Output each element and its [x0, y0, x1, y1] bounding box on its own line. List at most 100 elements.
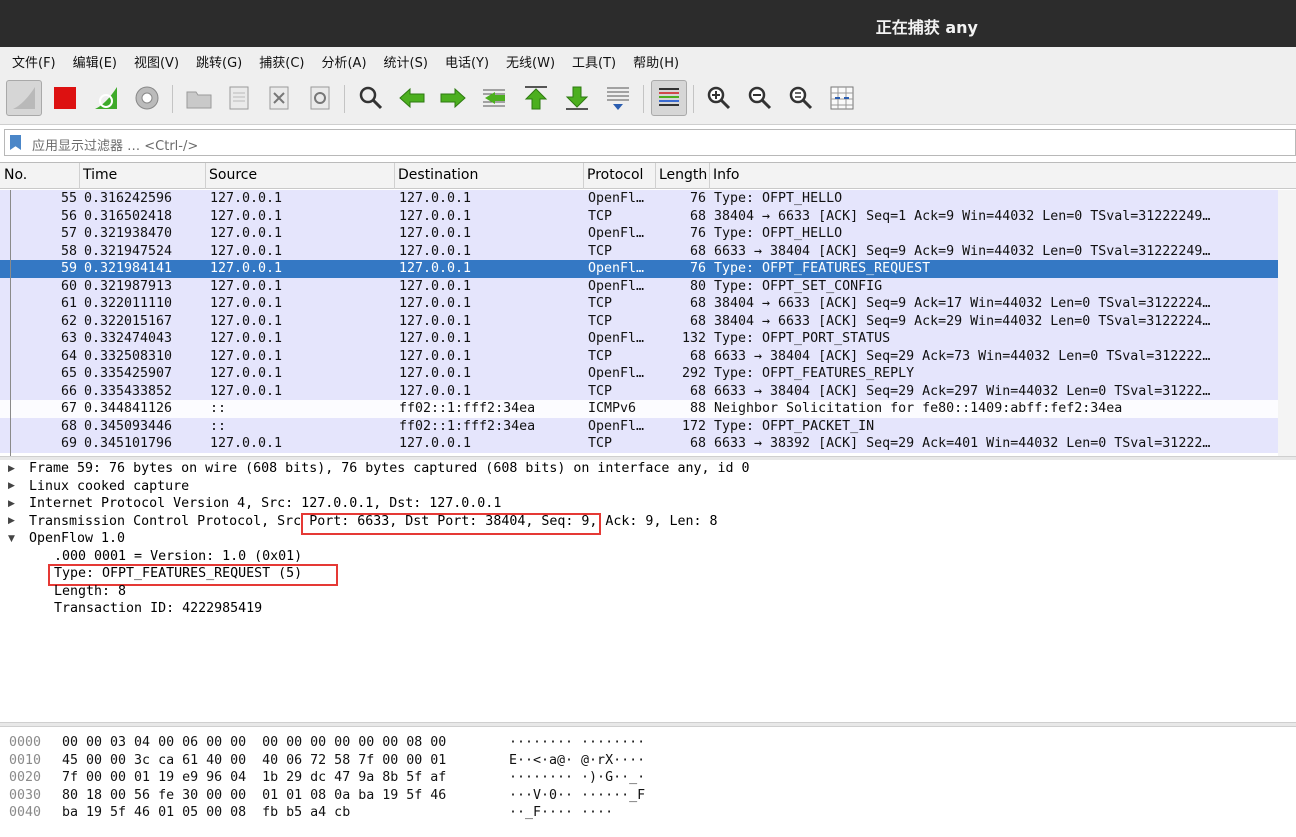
go-to-packet-icon[interactable]: [476, 80, 512, 116]
packet-row[interactable]: 67 0.344841126:: ff02::1:fff2:34ea ICMPv6 88…: [0, 400, 1278, 418]
reload-file-icon[interactable]: [302, 80, 338, 116]
menu-file[interactable]: 文件(F): [12, 52, 56, 71]
packet-cell-info: Type: OFPT_PACKET_IN: [714, 418, 875, 434]
menu-help[interactable]: 帮助(H): [633, 52, 679, 71]
packet-list-scrollbar[interactable]: [1278, 190, 1296, 458]
packet-details: ▶ Frame 59: 76 bytes on wire (608 bits),…: [0, 460, 1296, 722]
packet-cell-proto: OpenFl…: [588, 418, 645, 434]
go-back-icon[interactable]: [394, 80, 430, 116]
menu-analyze[interactable]: 分析(A): [321, 52, 366, 71]
go-forward-icon[interactable]: [435, 80, 471, 116]
bytes-off: 0040: [9, 805, 42, 820]
column-header-info[interactable]: Info: [713, 167, 740, 183]
packet-row[interactable]: 59 0.321984141 127.0.0.1 127.0.0.1 OpenFl… 76…: [0, 260, 1278, 278]
packet-cell-info: 38404 → 6633 [ACK] Seq=9 Ack=17 Win=4403…: [714, 296, 1211, 311]
packet-row[interactable]: 66 0.335433852 127.0.0.1 127.0.0.1 TCP 68 6633…: [0, 382, 1278, 400]
shark-fin-start-icon[interactable]: [6, 80, 42, 116]
packet-row[interactable]: 58 0.321947524 127.0.0.1 127.0.0.1 TCP 68 6633…: [0, 242, 1278, 260]
column-header-protocol[interactable]: Protocol: [587, 167, 643, 183]
resize-columns-icon[interactable]: [824, 80, 860, 116]
packet-row[interactable]: 61 0.322011110 127.0.0.1 127.0.0.1 TCP 68 3840…: [0, 295, 1278, 313]
close-file-icon[interactable]: [261, 80, 297, 116]
column-header-destination[interactable]: Destination: [398, 167, 478, 183]
detail-of-length[interactable]: Length: 8: [54, 583, 126, 601]
packet-cell-no: 55: [60, 191, 77, 206]
open-file-icon[interactable]: [181, 80, 217, 116]
menu-statistics[interactable]: 统计(S): [384, 52, 428, 71]
packet-cell-len: 68: [689, 348, 706, 364]
colorize-icon[interactable]: [651, 80, 687, 116]
zoom-in-icon[interactable]: [701, 80, 737, 116]
filter-placeholder: 应用显示过滤器 … <Ctrl-/>: [32, 139, 199, 154]
packet-cell-src: 127.0.0.1: [210, 436, 283, 451]
column-header-length[interactable]: Length: [659, 167, 707, 183]
packet-row[interactable]: 57 0.321938470 127.0.0.1 127.0.0.1 OpenFl… 76…: [0, 225, 1278, 243]
save-file-icon[interactable]: [221, 80, 257, 116]
autoscroll-icon[interactable]: [600, 80, 636, 116]
column-header-source[interactable]: Source: [209, 167, 257, 183]
packet-cell-dst: ff02::1:fff2:34ea: [399, 401, 536, 416]
zoom-out-icon[interactable]: [742, 80, 778, 116]
expand-arrow-icon[interactable]: ▶: [8, 499, 15, 509]
packet-cell-src: 127.0.0.1: [210, 313, 283, 329]
packet-cell-dst: 127.0.0.1: [399, 436, 472, 451]
detail-of-xid[interactable]: Transaction ID: 4222985419: [54, 600, 262, 618]
stop-capture-icon[interactable]: [47, 80, 83, 116]
packet-cell-proto: OpenFl…: [588, 261, 645, 276]
menu-telephony[interactable]: 电话(Y): [445, 52, 489, 71]
expand-arrow-icon[interactable]: ▶: [8, 516, 15, 526]
detail-openflow[interactable]: OpenFlow 1.0: [29, 530, 125, 548]
menu-tools[interactable]: 工具(T): [572, 52, 616, 71]
restart-capture-icon[interactable]: [88, 80, 124, 116]
menu-go[interactable]: 跳转(G): [196, 52, 242, 71]
packet-cell-no: 56: [60, 208, 77, 224]
packet-row[interactable]: 68 0.345093446:: ff02::1:fff2:34ea OpenFl… 1…: [0, 417, 1278, 435]
packet-cell-time: 0.345093446: [84, 418, 173, 434]
column-header-time[interactable]: Time: [83, 167, 117, 183]
packet-cell-dst: 127.0.0.1: [399, 261, 472, 276]
title-bar: 正在捕获 any: [0, 0, 1296, 47]
packet-cell-info: Type: OFPT_SET_CONFIG: [714, 278, 883, 294]
packet-row[interactable]: 60 0.321987913 127.0.0.1 127.0.0.1 OpenFl… 80…: [0, 277, 1278, 295]
packet-row[interactable]: 55 0.316242596 127.0.0.1 127.0.0.1 OpenFl… 76…: [0, 190, 1278, 208]
packet-cell-info: 38404 → 6633 [ACK] Seq=1 Ack=9 Win=44032…: [714, 208, 1211, 224]
collapse-arrow-icon[interactable]: ▼: [8, 534, 15, 544]
bytes-ascii: ··_F···· ····: [509, 805, 614, 820]
menu-wireless[interactable]: 无线(W): [506, 52, 555, 71]
expand-arrow-icon[interactable]: ▶: [8, 464, 15, 474]
packet-cell-no: 65: [60, 366, 77, 381]
menu-view[interactable]: 视图(V): [134, 52, 179, 71]
packet-cell-no: 57: [60, 226, 77, 241]
column-header-no[interactable]: No.: [4, 167, 27, 183]
packet-cell-info: Neighbor Solicitation for fe80::1409:abf…: [714, 401, 1123, 416]
normal-size-icon[interactable]: [783, 80, 819, 116]
menu-edit[interactable]: 编辑(E): [73, 52, 117, 71]
packet-row[interactable]: 65 0.335425907 127.0.0.1 127.0.0.1 OpenFl… 29…: [0, 365, 1278, 383]
detail-ipv4[interactable]: Internet Protocol Version 4, Src: 127.0.…: [29, 495, 501, 513]
find-packet-icon[interactable]: [353, 80, 389, 116]
packet-cell-src: 127.0.0.1: [210, 191, 283, 206]
packet-cell-proto: OpenFl…: [588, 331, 645, 346]
packet-row[interactable]: 64 0.332508310 127.0.0.1 127.0.0.1 TCP 68 6633…: [0, 347, 1278, 365]
go-last-icon[interactable]: [559, 80, 595, 116]
packet-row[interactable]: 56 0.316502418 127.0.0.1 127.0.0.1 TCP 68 3840…: [0, 207, 1278, 225]
highlight-box-ports: [301, 513, 601, 535]
expand-arrow-icon[interactable]: ▶: [8, 481, 15, 491]
packet-row[interactable]: 62 0.322015167 127.0.0.1 127.0.0.1 TCP 68 3840…: [0, 312, 1278, 330]
packet-cell-proto: TCP: [588, 208, 613, 224]
detail-frame[interactable]: Frame 59: 76 bytes on wire (608 bits), 7…: [29, 460, 750, 478]
packet-cell-src: ::: [210, 418, 227, 434]
bookmark-icon[interactable]: [10, 135, 21, 150]
detail-linux-cooked[interactable]: Linux cooked capture: [29, 478, 189, 496]
menu-capture[interactable]: 捕获(C): [259, 52, 304, 71]
packet-cell-dst: 127.0.0.1: [399, 226, 472, 241]
detail-of-version[interactable]: .000 0001 = Version: 1.0 (0x01): [54, 548, 302, 566]
packet-row[interactable]: 69 0.345101796 127.0.0.1 127.0.0.1 TCP 68 6633…: [0, 435, 1278, 453]
packet-cell-time: 0.316502418: [84, 208, 173, 224]
capture-options-icon[interactable]: [129, 80, 165, 116]
go-first-icon[interactable]: [518, 80, 554, 116]
packet-row[interactable]: 63 0.332474043 127.0.0.1 127.0.0.1 OpenFl… 13…: [0, 330, 1278, 348]
packet-cell-len: 172: [681, 418, 706, 434]
packet-cell-no: 66: [60, 383, 77, 399]
display-filter-input[interactable]: 应用显示过滤器 … <Ctrl-/>: [4, 129, 1296, 156]
